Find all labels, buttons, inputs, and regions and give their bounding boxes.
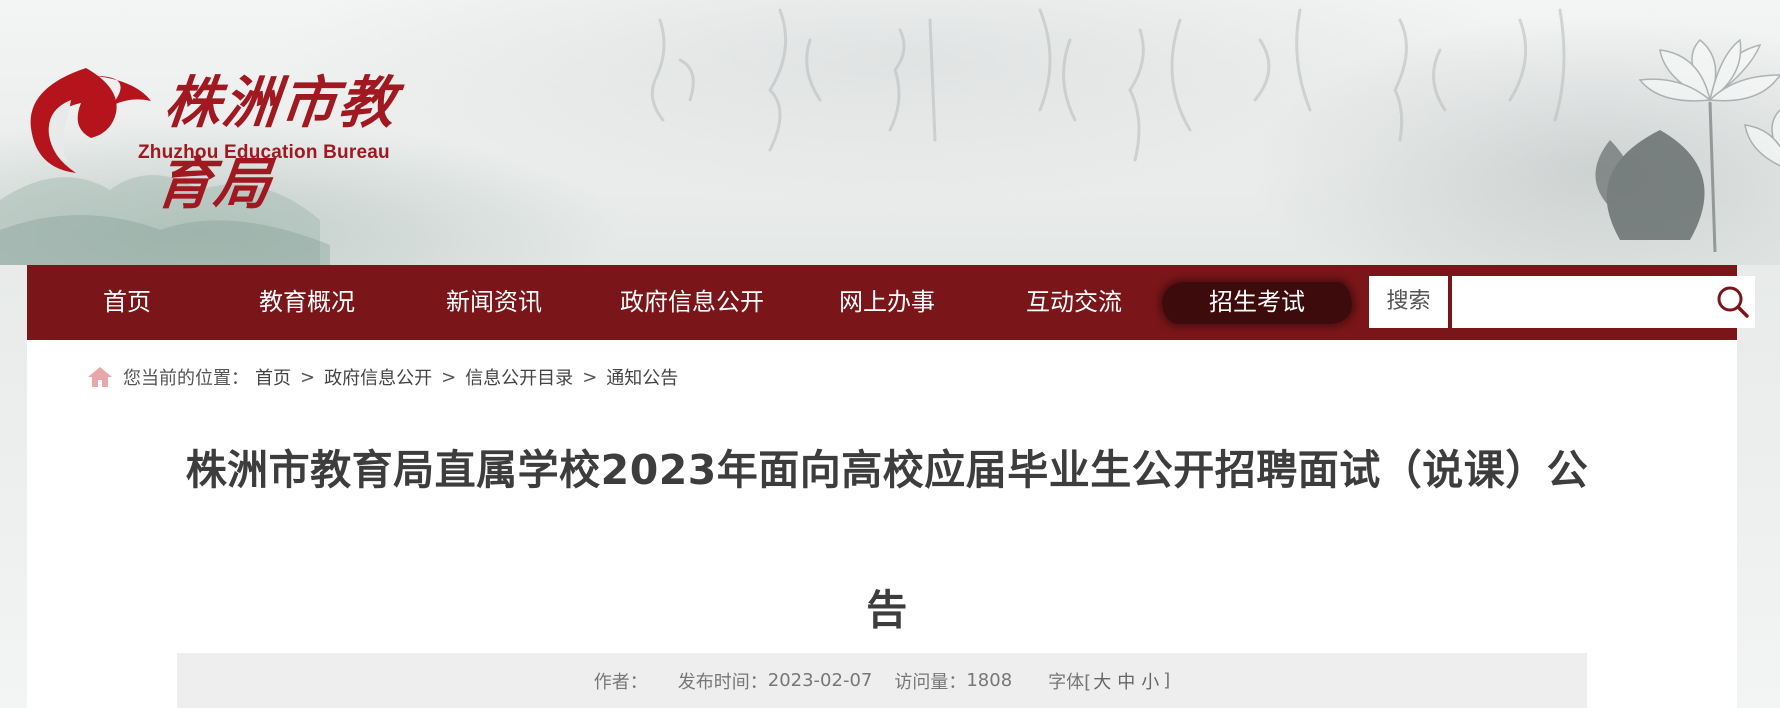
header-banner: 株洲市教育局 Zhuzhou Education Bureau	[0, 0, 1780, 265]
breadcrumb: 您当前的位置： 首页 > 政府信息公开 > 信息公开目录 > 通知公告	[87, 364, 678, 390]
views-label: 访问量：	[894, 671, 967, 693]
breadcrumb-prefix: 您当前的位置：	[123, 368, 249, 389]
nav-item-label: 网上办事	[839, 288, 935, 316]
site-logo[interactable]: 株洲市教育局 Zhuzhou Education Bureau	[26, 52, 436, 217]
article-title: 株洲市教育局直属学校2023年面向高校应届毕业生公开招聘面试（说课）公告	[185, 446, 1589, 634]
nav-item-interaction[interactable]: 互动交流	[994, 265, 1154, 340]
breadcrumb-link-home[interactable]: 首页	[255, 364, 291, 390]
nav-item-gov-info-disclosure[interactable]: 政府信息公开	[602, 265, 782, 340]
nav-item-label: 首页	[103, 288, 151, 316]
nav-item-label: 新闻资讯	[446, 288, 542, 316]
nav-item-label: 互动交流	[1026, 288, 1122, 316]
search-input[interactable]	[1452, 276, 1755, 328]
nav-item-label: 政府信息公开	[620, 288, 764, 316]
nav-item-online-services[interactable]: 网上办事	[807, 265, 967, 340]
breadcrumb-separator: >	[582, 366, 598, 388]
side-decoration-right	[1737, 340, 1780, 708]
nav-item-news[interactable]: 新闻资讯	[414, 265, 574, 340]
breadcrumb-separator: >	[441, 366, 457, 388]
nav-item-home[interactable]: 首页	[67, 265, 187, 340]
main-navigation: 首页 教育概况 新闻资讯 政府信息公开 网上办事 互动交流 招生考试 搜索	[27, 265, 1755, 340]
font-size-medium-link[interactable]: 中	[1117, 668, 1135, 694]
breadcrumb-link-notices[interactable]: 通知公告	[606, 364, 678, 390]
logo-english-name: Zhuzhou Education Bureau	[138, 142, 390, 163]
calligraphy-background-decoration	[650, 8, 1780, 253]
font-size-small-link[interactable]: 小	[1141, 668, 1159, 694]
side-decoration-left	[0, 340, 27, 708]
article-content: 您当前的位置： 首页 > 政府信息公开 > 信息公开目录 > 通知公告 株洲市教…	[27, 340, 1737, 708]
author-label: 作者：	[593, 671, 648, 693]
view-count: 1808	[966, 670, 1013, 691]
nav-item-enrollment-exams[interactable]: 招生考试	[1162, 265, 1352, 340]
date-label: 发布时间：	[677, 671, 768, 693]
nav-item-education-overview[interactable]: 教育概况	[227, 265, 387, 340]
search-label: 搜索	[1369, 276, 1448, 328]
breadcrumb-link-gov-info[interactable]: 政府信息公开	[324, 364, 432, 390]
publish-date: 2023-02-07	[767, 670, 873, 691]
nav-item-label: 教育概况	[259, 288, 355, 316]
breadcrumb-separator: >	[300, 366, 316, 388]
home-icon	[88, 367, 112, 387]
search-icon[interactable]	[1716, 285, 1750, 319]
font-size-bracket: ]	[1163, 670, 1171, 691]
font-size-label: 字体[	[1048, 671, 1092, 693]
article-meta-bar: 作者： 发布时间： 2023-02-07 访问量： 1808 字体[ 大 中 小…	[177, 653, 1587, 708]
font-size-large-link[interactable]: 大	[1093, 668, 1111, 694]
logo-chinese-name: 株洲市教育局	[152, 70, 401, 217]
nav-item-label: 招生考试	[1209, 288, 1305, 316]
breadcrumb-link-info-catalog[interactable]: 信息公开目录	[465, 364, 573, 390]
flame-logo-icon	[30, 68, 151, 173]
